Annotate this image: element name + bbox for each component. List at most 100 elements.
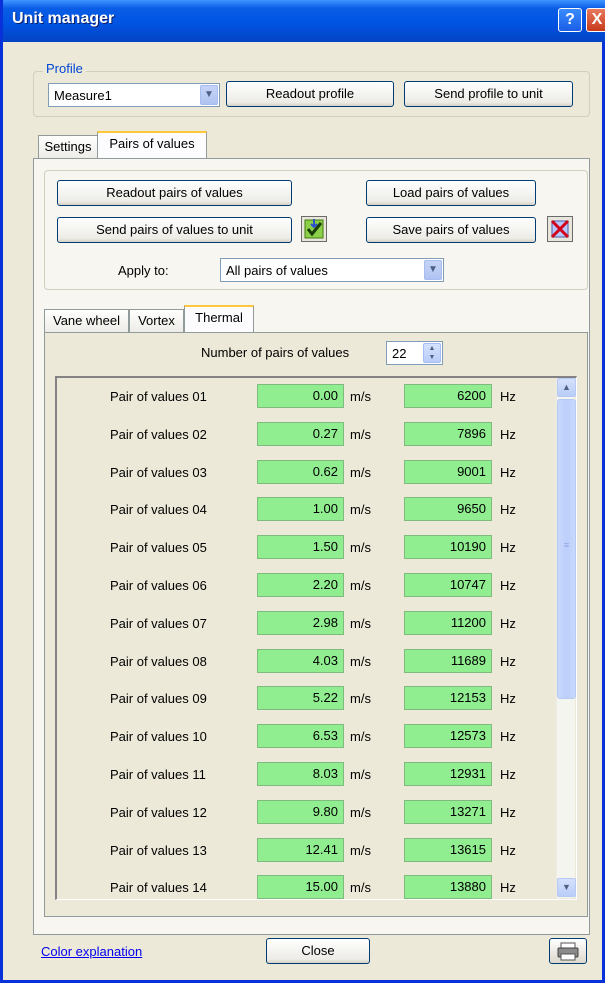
- velocity-unit: m/s: [350, 654, 371, 669]
- pair-label: Pair of values 10: [110, 729, 207, 744]
- pair-label: Pair of values 05: [110, 540, 207, 555]
- frequency-unit: Hz: [500, 502, 516, 517]
- pair-label: Pair of values 12: [110, 805, 207, 820]
- frequency-unit: Hz: [500, 880, 516, 895]
- pair-label: Pair of values 02: [110, 427, 207, 442]
- velocity-field[interactable]: 0.62: [257, 460, 344, 484]
- velocity-field[interactable]: 4.03: [257, 649, 344, 673]
- pair-label: Pair of values 03: [110, 465, 207, 480]
- frequency-field[interactable]: 10190: [404, 535, 492, 559]
- pair-label: Pair of values 04: [110, 502, 207, 517]
- profile-legend: Profile: [43, 61, 86, 76]
- velocity-unit: m/s: [350, 389, 371, 404]
- send-profile-button[interactable]: Send profile to unit: [404, 81, 573, 107]
- velocity-unit: m/s: [350, 578, 371, 593]
- scroll-thumb[interactable]: ≡: [557, 399, 576, 699]
- pairs-count-value[interactable]: 22: [392, 346, 406, 361]
- print-button[interactable]: [549, 938, 587, 964]
- velocity-field[interactable]: 9.80: [257, 800, 344, 824]
- frequency-field[interactable]: 9001: [404, 460, 492, 484]
- frequency-field[interactable]: 12153: [404, 686, 492, 710]
- pair-label: Pair of values 07: [110, 616, 207, 631]
- velocity-unit: m/s: [350, 540, 371, 555]
- frequency-field[interactable]: 12931: [404, 762, 492, 786]
- frequency-unit: Hz: [500, 654, 516, 669]
- frequency-field[interactable]: 9650: [404, 497, 492, 521]
- frequency-field[interactable]: 13271: [404, 800, 492, 824]
- close-button[interactable]: Close: [266, 938, 370, 964]
- pair-label: Pair of values 01: [110, 389, 207, 404]
- velocity-field[interactable]: 2.98: [257, 611, 344, 635]
- pair-label: Pair of values 06: [110, 578, 207, 593]
- frequency-unit: Hz: [500, 616, 516, 631]
- frequency-unit: Hz: [500, 691, 516, 706]
- load-pairs-button[interactable]: Load pairs of values: [366, 180, 536, 206]
- tab-pairs-of-values[interactable]: Pairs of values: [97, 131, 207, 159]
- pair-label: Pair of values 13: [110, 843, 207, 858]
- frequency-field[interactable]: 7896: [404, 422, 492, 446]
- save-pairs-button[interactable]: Save pairs of values: [366, 217, 536, 243]
- pair-label: Pair of values 11: [110, 767, 206, 782]
- apply-to-select[interactable]: All pairs of values ▼: [220, 258, 444, 282]
- subtab-thermal[interactable]: Thermal: [184, 305, 254, 333]
- velocity-field[interactable]: 5.22: [257, 686, 344, 710]
- profile-select-value: Measure1: [54, 88, 112, 103]
- frequency-unit: Hz: [500, 427, 516, 442]
- tab-settings-label: Settings: [44, 139, 92, 154]
- tab-pairs-of-values-label: Pairs of values: [109, 136, 195, 151]
- frequency-field[interactable]: 13880: [404, 875, 492, 899]
- pairs-count-label: Number of pairs of values: [201, 345, 350, 360]
- spinner-arrows-icon[interactable]: ▲ ▼: [423, 343, 441, 363]
- send-pairs-button[interactable]: Send pairs of values to unit: [57, 217, 292, 243]
- list-scrollbar[interactable]: ▲ ≡ ▼: [556, 378, 576, 898]
- frequency-unit: Hz: [500, 578, 516, 593]
- subtab-vane-wheel[interactable]: Vane wheel: [44, 309, 129, 333]
- check-arrow-icon: [301, 216, 327, 242]
- frequency-field[interactable]: 11689: [404, 649, 492, 673]
- velocity-field[interactable]: 6.53: [257, 724, 344, 748]
- pairs-count-spinner[interactable]: 22 ▲ ▼: [386, 341, 443, 365]
- scroll-up-icon[interactable]: ▲: [557, 378, 576, 397]
- velocity-field[interactable]: 15.00: [257, 875, 344, 899]
- frequency-field[interactable]: 6200: [404, 384, 492, 408]
- chevron-down-icon[interactable]: ▼: [200, 85, 218, 105]
- frequency-unit: Hz: [500, 389, 516, 404]
- frequency-field[interactable]: 12573: [404, 724, 492, 748]
- velocity-field[interactable]: 1.50: [257, 535, 344, 559]
- velocity-field[interactable]: 2.20: [257, 573, 344, 597]
- frequency-unit: Hz: [500, 540, 516, 555]
- velocity-field[interactable]: 8.03: [257, 762, 344, 786]
- velocity-field[interactable]: 1.00: [257, 497, 344, 521]
- velocity-field[interactable]: 0.27: [257, 422, 344, 446]
- printer-icon: [557, 942, 579, 961]
- velocity-unit: m/s: [350, 427, 371, 442]
- chevron-down-icon[interactable]: ▼: [424, 260, 442, 280]
- help-button[interactable]: ?: [558, 8, 582, 32]
- pair-label: Pair of values 14: [110, 880, 207, 895]
- frequency-field[interactable]: 11200: [404, 611, 492, 635]
- error-x-icon: [547, 216, 573, 242]
- velocity-field[interactable]: 0.00: [257, 384, 344, 408]
- apply-to-value: All pairs of values: [226, 263, 328, 278]
- window-title: Unit manager: [12, 10, 115, 27]
- frequency-unit: Hz: [500, 805, 516, 820]
- frequency-unit: Hz: [500, 729, 516, 744]
- profile-select[interactable]: Measure1 ▼: [48, 83, 220, 107]
- tab-settings[interactable]: Settings: [38, 135, 98, 159]
- unit-manager-window: Unit manager ? X Profile Measure1 ▼ Read…: [0, 0, 605, 983]
- close-window-button[interactable]: X: [586, 8, 605, 32]
- scroll-down-icon[interactable]: ▼: [557, 878, 576, 897]
- velocity-unit: m/s: [350, 616, 371, 631]
- velocity-unit: m/s: [350, 805, 371, 820]
- color-explanation-link[interactable]: Color explanation: [41, 944, 142, 959]
- frequency-field[interactable]: 13615: [404, 838, 492, 862]
- frequency-unit: Hz: [500, 767, 516, 782]
- title-bar[interactable]: Unit manager ? X: [3, 0, 605, 42]
- subtab-vortex[interactable]: Vortex: [129, 309, 184, 333]
- subtab-thermal-label: Thermal: [195, 310, 243, 325]
- velocity-unit: m/s: [350, 465, 371, 480]
- velocity-field[interactable]: 12.41: [257, 838, 344, 862]
- readout-pairs-button[interactable]: Readout pairs of values: [57, 180, 292, 206]
- frequency-field[interactable]: 10747: [404, 573, 492, 597]
- readout-profile-button[interactable]: Readout profile: [226, 81, 394, 107]
